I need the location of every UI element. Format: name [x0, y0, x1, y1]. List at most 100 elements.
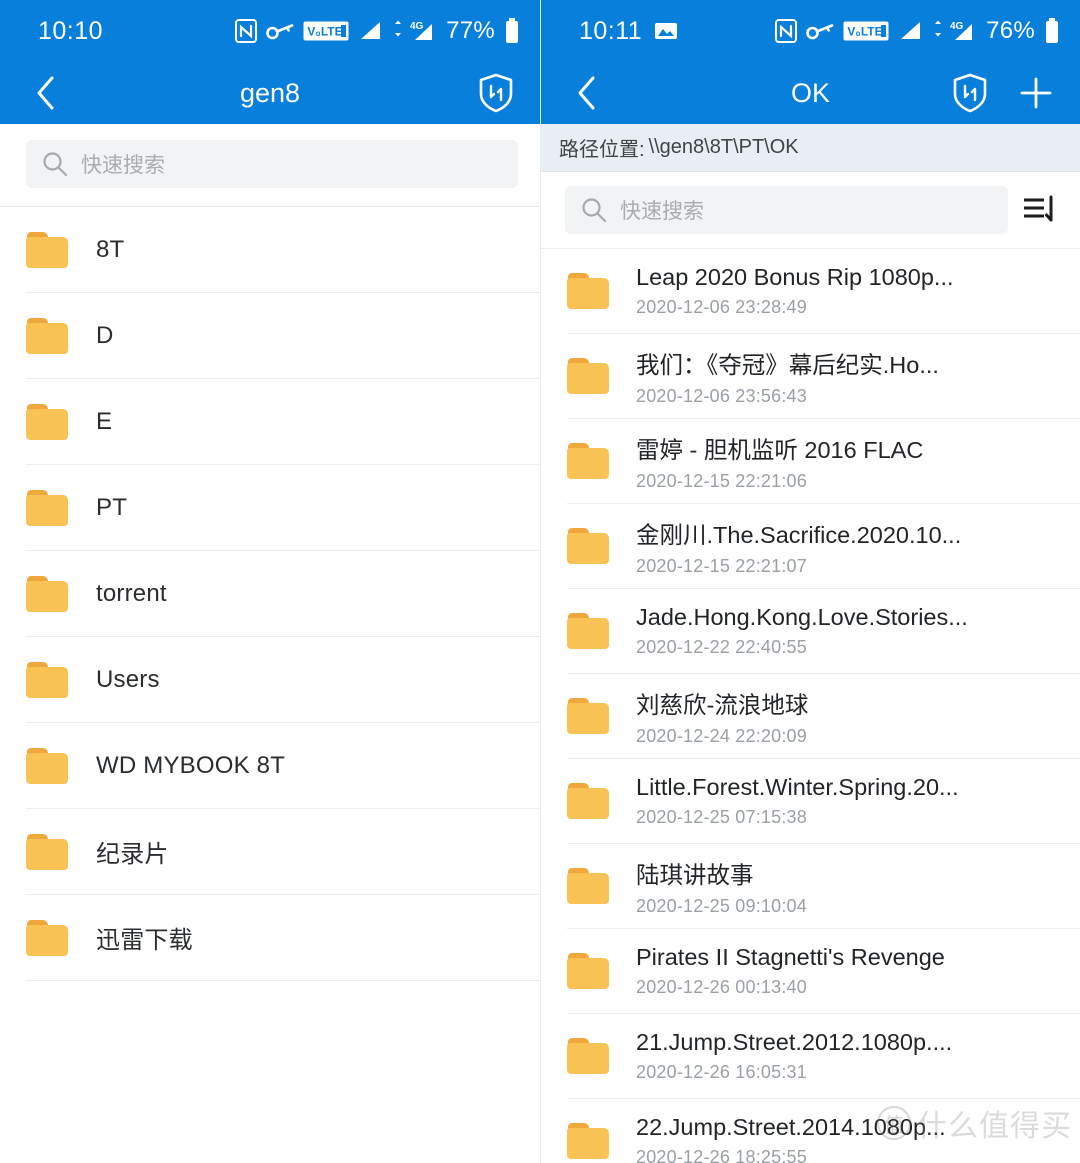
list-item-label: Jade.Hong.Kong.Love.Stories... [636, 604, 968, 630]
folder-icon [26, 833, 68, 870]
list-item[interactable]: Leap 2020 Bonus Rip 1080p... 2020-12-06 2… [541, 249, 1080, 334]
list-item[interactable]: 迅雷下载 [0, 895, 540, 981]
list-item-date: 2020-12-24 22:20:09 [636, 725, 807, 746]
list-item-label: WD MYBOOK 8T [96, 751, 286, 779]
list-item-inner: Pirates II Stagnetti's Revenge 2020-12-26… [567, 929, 1080, 1014]
folder-icon [567, 1123, 609, 1159]
sort-descending-icon[interactable] [1008, 186, 1070, 234]
image-icon [654, 21, 678, 41]
list-item[interactable]: E [0, 379, 540, 465]
transfer-shield-icon[interactable] [474, 71, 518, 115]
folder-icon [26, 317, 68, 354]
list-item-text: 陆琪讲故事 2020-12-25 09:10:04 [636, 856, 807, 917]
list-item[interactable]: 8T [0, 207, 540, 293]
list-item[interactable]: Jade.Hong.Kong.Love.Stories... 2020-12-22… [541, 589, 1080, 674]
list-item[interactable]: 21.Jump.Street.2012.1080p.... 2020-12-26 … [541, 1014, 1080, 1099]
back-button[interactable] [24, 71, 68, 115]
list-item[interactable]: Little.Forest.Winter.Spring.20... 2020-12… [541, 759, 1080, 844]
folder-icon [567, 783, 609, 819]
list-item-inner: 雷婷 - 胆机监听 2016 FLAC 2020-12-15 22:21:06 [567, 419, 1080, 504]
list-item[interactable]: 刘慈欣-流浪地球 2020-12-24 22:20:09 [541, 674, 1080, 759]
list-item-label: 21.Jump.Street.2012.1080p.... [636, 1029, 953, 1055]
list-item-label: 迅雷下载 [96, 927, 193, 954]
search-icon [581, 197, 607, 223]
folder-icon [567, 698, 609, 734]
search-placeholder: 快速搜索 [81, 154, 165, 177]
search-input[interactable]: 快速搜索 [26, 140, 518, 188]
list-item-inner: Users [26, 637, 540, 723]
search-input[interactable]: 快速搜索 [565, 186, 1008, 234]
list-item-label: 陆琪讲故事 [636, 861, 754, 888]
list-item-label: 金刚川.The.Sacrifice.2020.10... [636, 521, 962, 548]
folder-icon [26, 661, 68, 698]
list-item-date: 2020-12-26 16:05:31 [636, 1062, 807, 1082]
folder-icon [26, 231, 68, 268]
nfc-icon [775, 19, 798, 43]
signal-icon [898, 21, 922, 41]
list-item-date: 2020-12-26 18:25:55 [636, 1147, 807, 1163]
list-item[interactable]: Pirates II Stagnetti's Revenge 2020-12-26… [541, 929, 1080, 1014]
folder-icon [567, 868, 609, 904]
list-item-date: 2020-12-06 23:56:43 [636, 385, 807, 406]
list-item-inner: Little.Forest.Winter.Spring.20... 2020-12… [567, 759, 1080, 844]
path-label: 路径位置: [559, 139, 645, 161]
path-bar: 路径位置: \\gen8\8T\PT\OK [541, 124, 1080, 172]
list-item-inner: 8T [26, 207, 540, 293]
list-item-inner: Leap 2020 Bonus Rip 1080p... 2020-12-06 2… [567, 249, 1080, 334]
folder-icon [567, 273, 609, 309]
folder-list-right: Leap 2020 Bonus Rip 1080p... 2020-12-06 2… [541, 249, 1080, 1163]
left-phone-screen: 10:10 V₀LTE 4G 77% gen8 快速搜索 8T D E PT t… [0, 0, 540, 1163]
list-item-text: 刘慈欣-流浪地球 2020-12-24 22:20:09 [636, 686, 808, 747]
list-item-text: Little.Forest.Winter.Spring.20... 2020-12… [636, 774, 959, 828]
plus-icon[interactable] [1014, 71, 1058, 115]
list-item[interactable]: 我们：《夺冠》幕后纪实.Ho... 2020-12-06 23:56:43 [541, 334, 1080, 419]
list-item-inner: 21.Jump.Street.2012.1080p.... 2020-12-26 … [567, 1014, 1080, 1099]
nfc-icon [235, 19, 258, 43]
list-item[interactable]: WD MYBOOK 8T [0, 723, 540, 809]
status-time: 10:10 [38, 16, 104, 45]
list-item-text: 22.Jump.Street.2014.1080p... 2020-12-26 1… [636, 1114, 946, 1163]
folder-list-left: 8T D E PT torrent Users WD MYBOOK 8T 纪录片迅雷下载 [0, 207, 540, 981]
transfer-shield-icon[interactable] [948, 71, 992, 115]
list-item-label: 我们：《夺冠》幕后纪实.Ho... [636, 351, 939, 378]
list-item-inner: D [26, 293, 540, 379]
list-item[interactable]: PT [0, 465, 540, 551]
list-item-text: Pirates II Stagnetti's Revenge 2020-12-26… [636, 944, 945, 998]
list-item-label: Leap 2020 Bonus Rip 1080p... [636, 264, 954, 290]
svg-text:4G: 4G [410, 21, 424, 32]
list-item[interactable]: 22.Jump.Street.2014.1080p... 2020-12-26 1… [541, 1099, 1080, 1163]
status-bar-left: 10:10 V₀LTE 4G 77% [0, 0, 540, 62]
list-item[interactable]: 金刚川.The.Sacrifice.2020.10... 2020-12-15 2… [541, 504, 1080, 589]
list-item-inner: Jade.Hong.Kong.Love.Stories... 2020-12-22… [567, 589, 1080, 674]
list-item-text: 21.Jump.Street.2012.1080p.... 2020-12-26 … [636, 1029, 952, 1083]
search-area-right: 快速搜索 [541, 172, 1080, 249]
folder-icon [567, 443, 609, 479]
dual-screenshot-composite: 10:10 V₀LTE 4G 77% gen8 快速搜索 8T D E PT t… [0, 0, 1080, 1163]
battery-percent: 76% [986, 17, 1035, 44]
list-item[interactable]: D [0, 293, 540, 379]
list-item[interactable]: Users [0, 637, 540, 723]
vpn-key-icon [266, 22, 294, 40]
app-bar-right: OK [541, 62, 1080, 124]
list-item-inner: 我们：《夺冠》幕后纪实.Ho... 2020-12-06 23:56:43 [567, 334, 1080, 419]
list-item-date: 2020-12-15 22:21:07 [636, 555, 807, 576]
list-item[interactable]: torrent [0, 551, 540, 637]
list-item[interactable]: 纪录片 [0, 809, 540, 895]
battery-percent: 77% [446, 17, 495, 44]
folder-icon [26, 575, 68, 612]
search-area-left: 快速搜索 [0, 124, 540, 207]
back-button[interactable] [565, 71, 609, 115]
status-bar-right: 10:11 V₀LTE 4G 76% [541, 0, 1080, 62]
list-item[interactable]: 陆琪讲故事 2020-12-25 09:10:04 [541, 844, 1080, 929]
battery-icon [504, 18, 520, 44]
search-icon [42, 151, 68, 177]
list-item-inner: 迅雷下载 [26, 895, 540, 981]
folder-icon [26, 403, 68, 440]
list-item[interactable]: 雷婷 - 胆机监听 2016 FLAC 2020-12-15 22:21:06 [541, 419, 1080, 504]
list-item-label: 8T [96, 235, 125, 263]
list-item-inner: WD MYBOOK 8T [26, 723, 540, 809]
app-bar-left: gen8 [0, 62, 540, 124]
list-item-date: 2020-12-25 09:10:04 [636, 895, 807, 916]
list-item-label: PT [96, 493, 128, 521]
list-item-date: 2020-12-22 22:40:55 [636, 637, 807, 657]
